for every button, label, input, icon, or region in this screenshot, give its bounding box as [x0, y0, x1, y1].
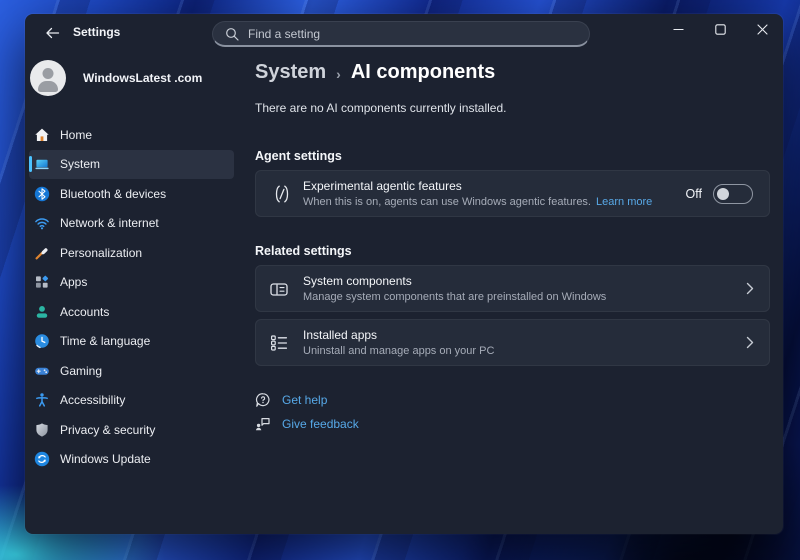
breadcrumb-separator-icon: › — [336, 66, 341, 82]
get-help-label: Get help — [282, 393, 327, 407]
system-icon — [34, 156, 50, 172]
system-components-icon — [269, 279, 289, 299]
back-arrow-icon — [45, 26, 60, 40]
sidebar-item-accounts[interactable]: Accounts — [29, 297, 234, 327]
windows-update-icon — [34, 451, 50, 467]
give-feedback-label: Give feedback — [282, 417, 359, 431]
system-components-card[interactable]: System components Manage system componen… — [255, 265, 770, 312]
sidebar-item-label: System — [60, 157, 100, 171]
time-language-icon — [34, 333, 50, 349]
sidebar-item-label: Bluetooth & devices — [60, 187, 166, 201]
accessibility-icon — [34, 392, 50, 408]
sidebar-item-windows-update[interactable]: Windows Update — [29, 445, 234, 475]
sidebar-item-time-language[interactable]: Time & language — [29, 327, 234, 357]
app-title: Settings — [73, 25, 120, 39]
toggle-group: Off — [686, 184, 769, 204]
sidebar-nav: Home System Bluetooth & devices Net — [29, 120, 234, 474]
system-components-title: System components — [303, 274, 606, 288]
toggle-state-label: Off — [686, 187, 702, 201]
sidebar-item-bluetooth-devices[interactable]: Bluetooth & devices — [29, 179, 234, 209]
sidebar-item-system[interactable]: System — [29, 150, 234, 180]
sidebar-item-home[interactable]: Home — [29, 120, 234, 150]
sidebar-item-apps[interactable]: Apps — [29, 268, 234, 298]
titlebar: Settings — [25, 14, 783, 50]
get-help-link[interactable]: Get help — [255, 392, 327, 408]
sidebar-item-label: Home — [60, 128, 92, 142]
sidebar-item-gaming[interactable]: Gaming — [29, 356, 234, 386]
installed-apps-title: Installed apps — [303, 328, 494, 342]
sidebar-item-label: Privacy & security — [60, 423, 155, 437]
maximize-button[interactable] — [699, 14, 741, 45]
selected-indicator — [29, 156, 32, 172]
breadcrumb: System › AI components — [255, 61, 770, 84]
profile-row[interactable]: WindowsLatest .com — [30, 60, 238, 96]
installed-apps-card[interactable]: Installed apps Uninstall and manage apps… — [255, 319, 770, 366]
get-help-icon — [255, 392, 271, 408]
settings-window: Settings WindowsLatest .com — [25, 14, 783, 534]
system-components-description: Manage system components that are preins… — [303, 291, 606, 303]
sidebar-item-label: Accounts — [60, 305, 109, 319]
agentic-features-card: Experimental agentic features When this … — [255, 170, 770, 217]
search-input[interactable] — [248, 27, 577, 41]
footer-links: Get help Give feedback — [255, 392, 770, 432]
search-box[interactable] — [212, 21, 590, 47]
chevron-right-icon — [746, 336, 754, 349]
sidebar-item-personalization[interactable]: Personalization — [29, 238, 234, 268]
maximize-icon — [715, 24, 726, 35]
apps-icon — [34, 274, 50, 290]
personalization-icon — [34, 245, 50, 261]
page-title: AI components — [351, 61, 495, 84]
network-icon — [34, 215, 50, 231]
bluetooth-icon — [34, 186, 50, 202]
sidebar-item-label: Apps — [60, 275, 87, 289]
empty-state-message: There are no AI components currently ins… — [255, 101, 770, 115]
sidebar-item-label: Gaming — [60, 364, 102, 378]
home-icon — [34, 127, 50, 143]
agentic-features-title: Experimental agentic features — [303, 179, 652, 193]
sidebar-item-label: Windows Update — [60, 452, 151, 466]
sidebar-item-label: Accessibility — [60, 393, 125, 407]
main-content: System › AI components There are no AI c… — [255, 50, 770, 534]
search-icon — [225, 27, 239, 41]
profile-name: WindowsLatest .com — [83, 71, 202, 85]
installed-apps-description: Uninstall and manage apps on your PC — [303, 345, 494, 357]
agent-settings-heading: Agent settings — [255, 149, 770, 163]
sidebar-item-privacy-security[interactable]: Privacy & security — [29, 415, 234, 445]
close-button[interactable] — [741, 14, 783, 45]
window-controls — [657, 14, 783, 45]
avatar — [30, 60, 66, 96]
breadcrumb-parent[interactable]: System — [255, 61, 326, 84]
toggle-knob — [717, 188, 729, 200]
sidebar: WindowsLatest .com Home System B — [25, 50, 238, 534]
give-feedback-icon — [255, 416, 271, 432]
minimize-icon — [673, 24, 684, 35]
give-feedback-link[interactable]: Give feedback — [255, 416, 359, 432]
installed-apps-icon — [269, 333, 289, 353]
agentic-toggle[interactable] — [713, 184, 753, 204]
agentic-features-icon — [271, 183, 293, 205]
related-settings-heading: Related settings — [255, 244, 770, 258]
sidebar-item-label: Personalization — [60, 246, 142, 260]
gaming-icon — [34, 363, 50, 379]
sidebar-item-network-internet[interactable]: Network & internet — [29, 209, 234, 239]
back-button[interactable] — [37, 21, 67, 45]
chevron-right-icon — [746, 282, 754, 295]
sidebar-item-accessibility[interactable]: Accessibility — [29, 386, 234, 416]
agentic-features-description: When this is on, agents can use Windows … — [303, 196, 652, 208]
accounts-icon — [34, 304, 50, 320]
sidebar-item-label: Time & language — [60, 334, 150, 348]
privacy-security-icon — [34, 422, 50, 438]
agentic-features-description-text: When this is on, agents can use Windows … — [303, 196, 591, 208]
sidebar-item-label: Network & internet — [60, 216, 159, 230]
minimize-button[interactable] — [657, 14, 699, 45]
close-icon — [757, 24, 768, 35]
learn-more-link[interactable]: Learn more — [596, 196, 652, 208]
